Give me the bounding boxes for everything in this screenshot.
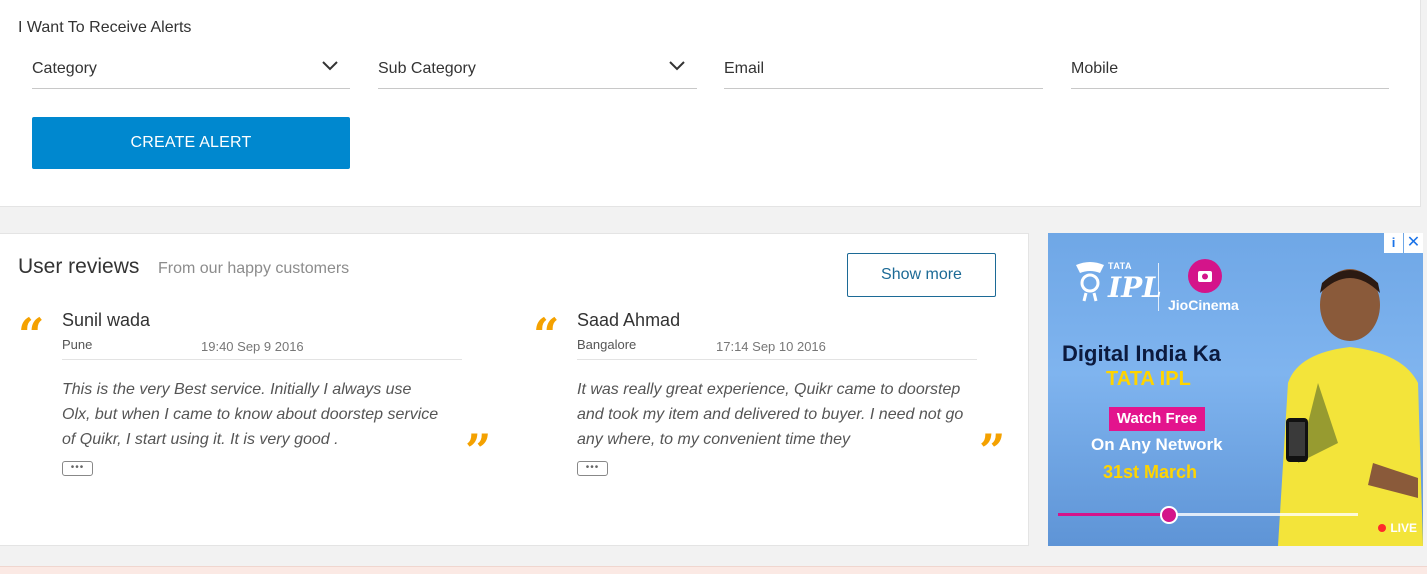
video-progress-bar[interactable]	[1058, 513, 1358, 516]
chevron-down-icon	[669, 61, 685, 71]
reviewer-city: Bangalore	[577, 337, 637, 352]
alerts-panel: I Want To Receive Alerts Category Sub Ca…	[0, 0, 1421, 207]
reviews-subtitle: From our happy customers	[158, 260, 350, 277]
chevron-down-icon	[322, 61, 338, 71]
open-quote-icon: “	[18, 308, 45, 362]
review-text: It was really great experience, Quikr ca…	[577, 381, 964, 448]
divider	[577, 359, 977, 360]
ad-network-text: On Any Network	[1091, 435, 1223, 454]
expand-review-button[interactable]: •••	[62, 461, 93, 476]
close-quote-icon: ”	[465, 424, 492, 478]
show-more-button[interactable]: Show more	[847, 253, 996, 297]
divider	[62, 359, 462, 360]
alerts-title: I Want To Receive Alerts	[18, 19, 192, 36]
ipl-logo-icon	[1076, 262, 1104, 302]
create-alert-button[interactable]: CREATE ALERT	[32, 117, 350, 169]
user-reviews-panel: User reviews From our happy customers Sh…	[0, 233, 1029, 546]
close-icon[interactable]: ✕	[1404, 233, 1423, 253]
mobile-field[interactable]: Mobile	[1071, 52, 1389, 89]
live-label: LIVE	[1390, 521, 1417, 535]
review-timestamp: 17:14 Sep 10 2016	[716, 339, 826, 354]
email-label: Email	[724, 60, 765, 77]
review-card: “ Sunil wada Pune 19:40 Sep 9 2016 This …	[18, 310, 498, 490]
reviewer-name: Saad Ahmad	[577, 310, 681, 330]
jiocinema-logo-icon	[1188, 259, 1222, 293]
watch-free-badge: Watch Free	[1109, 407, 1205, 431]
tata-label: TATA	[1108, 261, 1132, 271]
reviews-title: User reviews	[18, 255, 140, 278]
open-quote-icon: “	[533, 308, 560, 362]
jiocinema-label: JioCinema	[1168, 297, 1239, 313]
review-timestamp: 19:40 Sep 9 2016	[201, 339, 304, 354]
reviewer-city: Pune	[62, 337, 93, 352]
cricketer-image	[1278, 269, 1423, 546]
divider	[1158, 263, 1159, 311]
email-field[interactable]: Email	[724, 52, 1043, 89]
reviewer-name: Sunil wada	[62, 310, 151, 330]
ad-info-icon[interactable]: i	[1384, 233, 1403, 253]
live-indicator: LIVE	[1378, 521, 1417, 535]
subcategory-label: Sub Category	[378, 60, 476, 77]
close-quote-icon: ”	[979, 424, 1006, 478]
expand-review-button[interactable]: •••	[577, 461, 608, 476]
ad-subheadline: TATA IPL	[1106, 368, 1191, 390]
footer-strip	[0, 566, 1427, 574]
category-dropdown[interactable]: Category	[32, 52, 350, 89]
category-label: Category	[32, 60, 97, 77]
ipl-advertisement[interactable]: i ✕ TATA IPL JioCinema Digital India Ka …	[1048, 233, 1423, 546]
live-dot-icon	[1378, 524, 1387, 532]
ipl-label: IPL	[1108, 271, 1162, 304]
review-text: This is the very Best service. Initially…	[62, 381, 439, 448]
ad-headline: Digital India Ka	[1062, 341, 1221, 366]
review-card: “ Saad Ahmad Bangalore 17:14 Sep 10 2016…	[533, 310, 1013, 490]
video-progress-fill	[1058, 513, 1169, 516]
subcategory-dropdown[interactable]: Sub Category	[378, 52, 697, 89]
ad-date: 31st March	[1103, 462, 1198, 482]
video-seek-handle[interactable]	[1160, 506, 1178, 524]
ad-controls: i ✕	[1384, 233, 1423, 255]
mobile-label: Mobile	[1071, 60, 1119, 77]
